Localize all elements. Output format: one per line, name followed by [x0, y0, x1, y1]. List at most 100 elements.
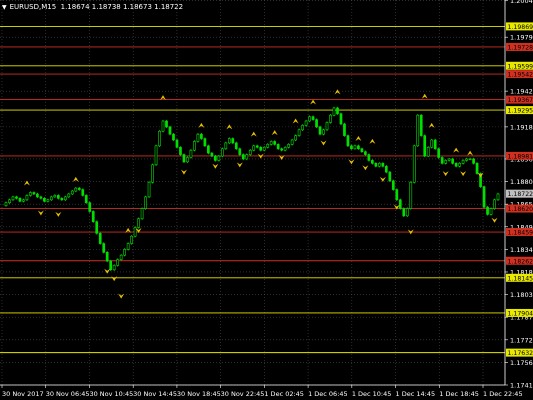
- candle-body: [98, 233, 102, 244]
- candle-body: [231, 138, 235, 144]
- x-tick-label: 30 Nov 18:45: [177, 390, 221, 398]
- level-price-label: 1.17904: [508, 310, 533, 317]
- arrow-down-icon: [362, 165, 369, 171]
- candle-body: [357, 145, 360, 150]
- candle-body: [447, 158, 451, 161]
- arrow-up-icon: [250, 131, 257, 137]
- candle-body: [112, 265, 116, 271]
- candle-body: [346, 135, 350, 147]
- candle-body: [419, 114, 423, 136]
- candle-body: [200, 133, 203, 139]
- candle-body: [378, 163, 381, 167]
- candle-body: [437, 148, 441, 158]
- candle-body: [332, 107, 336, 116]
- candle-body: [4, 202, 8, 206]
- arrow-up-icon: [467, 150, 474, 156]
- candle-body: [339, 113, 343, 125]
- candle-body: [175, 139, 179, 148]
- arrow-down-icon: [320, 140, 327, 146]
- candlestick-plot[interactable]: 1.200451.197951.194251.191801.189601.188…: [0, 0, 533, 400]
- candle-body: [315, 119, 318, 128]
- y-tick-label: 1.18340: [510, 246, 533, 254]
- candle-body: [398, 199, 402, 209]
- candle-body: [493, 199, 496, 209]
- candle-body: [18, 198, 22, 202]
- level-price-label: 1.18459: [508, 230, 533, 237]
- candle-body: [496, 193, 500, 201]
- y-tick-label: 1.18805: [510, 178, 533, 186]
- level-price-label: 1.18262: [508, 258, 533, 265]
- candle-body: [304, 120, 308, 126]
- candle-body: [245, 154, 249, 160]
- y-tick-label: 1.19425: [510, 88, 533, 96]
- arrow-up-icon: [310, 99, 317, 105]
- x-tick-label: 30 Nov 06:45: [46, 390, 90, 398]
- x-tick-label: 30 Nov 14:45: [133, 390, 177, 398]
- candle-body: [67, 193, 71, 198]
- arrow-up-icon: [428, 122, 435, 128]
- candle-body: [154, 145, 158, 166]
- arrow-up-icon: [369, 138, 376, 144]
- candle-body: [217, 155, 221, 161]
- candle-body: [472, 158, 475, 164]
- arrow-up-icon: [421, 93, 428, 99]
- candle-body: [84, 195, 88, 204]
- arrow-up-icon: [292, 118, 299, 124]
- candle-body: [318, 126, 322, 135]
- candle-body: [182, 154, 186, 163]
- candle-body: [248, 149, 252, 155]
- candle-body: [325, 122, 329, 131]
- candle-body: [119, 254, 123, 260]
- candle-body: [322, 129, 325, 135]
- candle-body: [81, 189, 85, 196]
- candle-body: [360, 148, 364, 152]
- arrow-down-icon: [442, 171, 449, 177]
- current-price-label: 1.18722: [508, 191, 533, 198]
- candle-body: [8, 199, 11, 204]
- y-tick-label: 1.17720: [510, 336, 533, 344]
- candle-body: [329, 114, 332, 123]
- candle-body: [126, 243, 130, 250]
- level-price-label: 1.19542: [508, 72, 533, 79]
- arrow-down-icon: [111, 276, 118, 282]
- candle-body: [147, 181, 151, 198]
- arrow-down-icon: [460, 171, 467, 177]
- candle-body: [426, 146, 430, 157]
- candle-body: [465, 158, 468, 161]
- candle-body: [374, 163, 378, 167]
- arrow-down-icon: [212, 163, 219, 169]
- candle-body: [29, 192, 32, 196]
- grid-layer: [0, 0, 505, 386]
- x-tick-label: 1 Dec 10:45: [352, 390, 392, 398]
- candle-body: [454, 163, 458, 167]
- candle-body: [137, 218, 140, 228]
- candle-body: [343, 123, 346, 136]
- candle-body: [161, 120, 165, 132]
- arrow-down-icon: [491, 217, 498, 223]
- candle-body: [140, 208, 144, 220]
- y-tick-label: 1.17410: [510, 382, 533, 390]
- y-tick-label: 1.17565: [510, 359, 533, 367]
- x-tick-label: 30 Nov 22:45: [221, 390, 265, 398]
- x-tick-label: 30 Nov 2017: [2, 390, 44, 398]
- candle-body: [458, 163, 461, 167]
- candle-body: [36, 193, 39, 198]
- candle-body: [301, 125, 304, 131]
- candle-body: [151, 164, 154, 183]
- candle-body: [423, 135, 427, 157]
- candle-body: [91, 211, 95, 222]
- candle-body: [50, 196, 53, 201]
- candle-body: [259, 146, 263, 151]
- arrow-markers-layer: [23, 89, 498, 299]
- arrow-down-icon: [55, 211, 62, 217]
- candle-body: [70, 190, 74, 195]
- candle-body: [395, 189, 399, 201]
- candle-body: [381, 163, 385, 167]
- axis-layer: 1.200451.197951.194251.191801.189601.188…: [0, 0, 533, 398]
- candle-body: [402, 208, 406, 217]
- candle-body: [53, 195, 57, 198]
- candle-body: [440, 157, 444, 164]
- y-tick-label: 1.19180: [510, 123, 533, 131]
- level-price-label: 1.19869: [508, 24, 533, 31]
- candle-body: [56, 195, 60, 199]
